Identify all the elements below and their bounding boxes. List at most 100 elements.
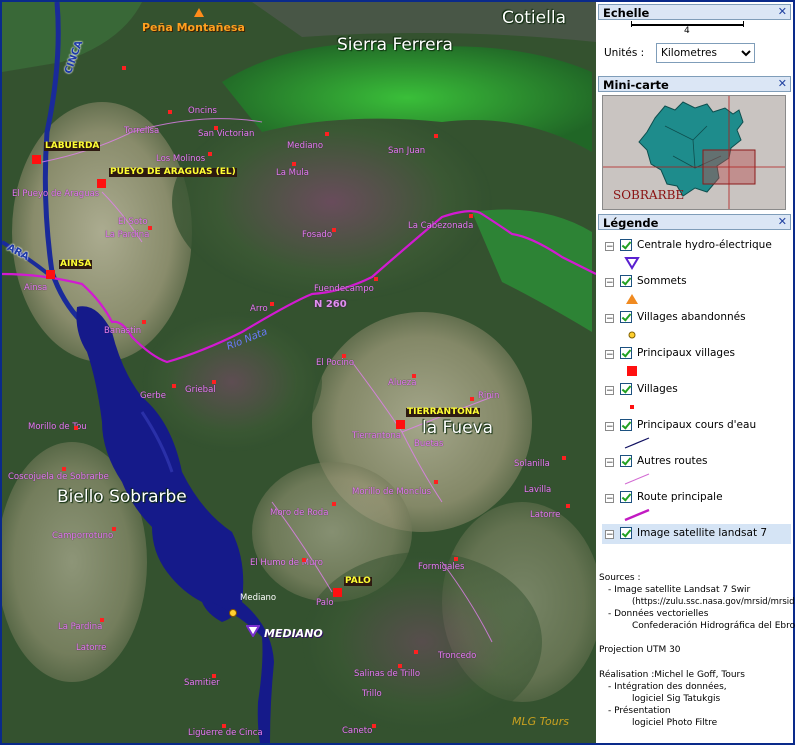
- minicarte-header[interactable]: Mini-carte ✕: [598, 76, 791, 92]
- village-marker: [470, 397, 474, 401]
- village-label: Formigales: [418, 562, 465, 572]
- layer-checkbox[interactable]: [620, 455, 632, 467]
- legend-item-landsat[interactable]: − Image satellite landsat 7: [602, 524, 791, 544]
- village-label: Salinas de Trillo: [354, 669, 421, 679]
- projection-text: Projection UTM 30: [599, 645, 681, 655]
- collapse-icon[interactable]: −: [605, 350, 614, 360]
- village-label: La Pardina: [58, 622, 103, 632]
- realisation-line: - Intégration des données,: [608, 682, 727, 692]
- village-label: Camporrotuno: [52, 531, 114, 541]
- legend-label: Centrale hydro-électrique: [637, 239, 772, 251]
- collapse-icon[interactable]: −: [605, 314, 614, 324]
- collapse-icon[interactable]: −: [605, 278, 614, 288]
- village-marker: [325, 132, 329, 136]
- legend-item-hydro[interactable]: − Centrale hydro-électrique: [602, 236, 791, 272]
- village-marker: [398, 664, 402, 668]
- layer-checkbox[interactable]: [620, 419, 632, 431]
- collapse-icon[interactable]: −: [605, 242, 614, 252]
- big-square-icon: [627, 366, 637, 376]
- legend-item-cours-eau[interactable]: − Principaux cours d'eau: [602, 416, 791, 452]
- village-marker: [100, 618, 104, 622]
- village-marker: [469, 214, 473, 218]
- close-icon[interactable]: ✕: [778, 215, 787, 228]
- legend-item-sommets[interactable]: − Sommets: [602, 272, 791, 308]
- village-label: Banastin: [104, 326, 142, 336]
- legend-label: Principaux villages: [637, 347, 736, 359]
- village-label: El Soto: [118, 217, 148, 227]
- village-label: Los Molinos: [156, 154, 206, 164]
- village-marker: [62, 467, 66, 471]
- sources-line: (https://zulu.ssc.nasa.gov/mrsid/mrsid: [632, 597, 795, 607]
- close-icon[interactable]: ✕: [778, 5, 787, 18]
- minimap[interactable]: SOBRARBE: [602, 95, 786, 210]
- collapse-icon[interactable]: −: [605, 422, 614, 432]
- legend-item-principaux-villages[interactable]: − Principaux villages: [602, 344, 791, 380]
- sources-line: - Image satellite Landsat 7 Swir: [608, 585, 751, 595]
- layer-checkbox[interactable]: [620, 275, 632, 287]
- legend-item-route-principale[interactable]: − Route principale: [602, 488, 791, 524]
- legend-label: Principaux cours d'eau: [637, 419, 757, 431]
- sources-line: - Données vectorielles: [608, 609, 709, 619]
- layer-checkbox[interactable]: [620, 347, 632, 359]
- village-marker: [332, 228, 336, 232]
- legend-label: Sommets: [637, 275, 687, 287]
- units-select[interactable]: Kilometres: [656, 43, 755, 63]
- layer-checkbox[interactable]: [620, 527, 632, 539]
- village-marker: [222, 724, 226, 728]
- village-label: Samitier: [184, 678, 220, 688]
- village-marker: [212, 674, 216, 678]
- main-village-label-labuerda: LABUERDA: [44, 141, 101, 151]
- village-marker: [212, 380, 216, 384]
- legend-item-villages[interactable]: − Villages: [602, 380, 791, 416]
- dam-label-mediano: MEDIANO: [264, 627, 323, 640]
- line-pink-icon: [624, 473, 650, 485]
- main-village-label-palo: PALO: [344, 576, 372, 586]
- legend-label: Image satellite landsat 7: [637, 527, 768, 539]
- mountain-label-cotiella: Cotiella: [502, 8, 566, 28]
- collapse-icon[interactable]: −: [605, 386, 614, 396]
- village-marker: [122, 66, 126, 70]
- watermark: MLG Tours: [512, 715, 569, 728]
- village-marker: [412, 374, 416, 378]
- legend-label: Route principale: [637, 491, 723, 503]
- legend-item-abandonnes[interactable]: − Villages abandonnés: [602, 308, 791, 344]
- village-label: Fuendecampo: [314, 284, 374, 294]
- village-marker: [434, 134, 438, 138]
- village-label: Ligüerre de Cinca: [188, 728, 263, 738]
- legend-item-autres-routes[interactable]: − Autres routes: [602, 452, 791, 488]
- village-marker: [148, 226, 152, 230]
- village-marker: [374, 277, 378, 281]
- village-label: Fosado: [302, 230, 333, 240]
- village-marker: [302, 558, 306, 562]
- close-icon[interactable]: ✕: [778, 77, 787, 90]
- small-square-icon: [630, 405, 634, 409]
- layer-checkbox[interactable]: [620, 491, 632, 503]
- village-label: Lavilla: [524, 485, 552, 495]
- hydro-plant-icon: [246, 625, 260, 637]
- layer-checkbox[interactable]: [620, 311, 632, 323]
- village-marker: [142, 320, 146, 324]
- echelle-header[interactable]: Echelle ✕: [598, 4, 791, 20]
- legende-header[interactable]: Légende ✕: [598, 214, 791, 230]
- satellite-map[interactable]: Sierra Ferrera Cotiella Biello Sobrarbe …: [2, 2, 596, 743]
- region-label-la-fueva: la Fueva: [422, 418, 494, 438]
- layer-checkbox[interactable]: [620, 239, 632, 251]
- village-label: Latorre: [530, 510, 561, 520]
- village-label: San Juan: [388, 146, 426, 156]
- village-marker: [332, 502, 336, 506]
- side-panel: Echelle ✕ 4 Unités : Kilometres Mini-car…: [598, 2, 795, 743]
- village-label: El Humo de Muro: [250, 558, 323, 568]
- village-marker: [414, 650, 418, 654]
- line-magenta-icon: [624, 508, 650, 522]
- village-label: Mediano: [287, 141, 324, 151]
- village-label: Rinin: [478, 391, 500, 401]
- layer-checkbox[interactable]: [620, 383, 632, 395]
- collapse-icon[interactable]: −: [605, 494, 614, 504]
- village-label: Buetas: [414, 439, 444, 449]
- collapse-icon[interactable]: −: [605, 530, 614, 540]
- realisation-line: - Présentation: [608, 706, 671, 716]
- collapse-icon[interactable]: −: [605, 458, 614, 468]
- circle-icon: [628, 331, 636, 339]
- legende-title: Légende: [603, 216, 659, 230]
- legend-label: Autres routes: [637, 455, 708, 467]
